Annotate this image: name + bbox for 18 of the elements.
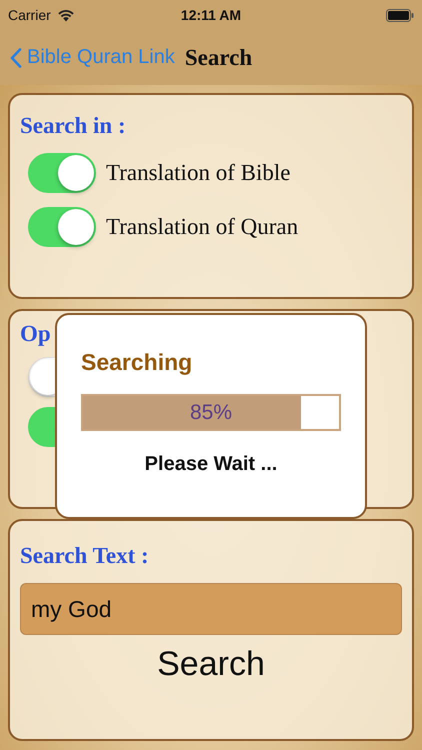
chevron-left-icon (10, 48, 22, 68)
search-button[interactable]: Search (147, 643, 275, 686)
toggle-switch[interactable] (28, 207, 96, 247)
section-heading: Op (20, 321, 52, 347)
carrier-label: Carrier (8, 7, 51, 23)
search-field[interactable]: my God (20, 583, 402, 635)
toggle-label: Translation of Bible (106, 160, 290, 186)
clock-time: 12:11 AM (180, 7, 242, 23)
toggle-switch[interactable] (28, 153, 96, 193)
toggle-label: Translation of Quran (106, 214, 298, 240)
screen-title: Search (184, 44, 252, 70)
progress-reading: 85% (190, 400, 232, 424)
wifi-icon (56, 8, 75, 22)
battery-icon (386, 8, 414, 22)
section-heading: Search Text : (20, 543, 150, 569)
section-heading: Search in : (20, 113, 127, 139)
wait-message: Please Wait ... (144, 453, 278, 476)
dialog-title: Searching (81, 349, 194, 376)
